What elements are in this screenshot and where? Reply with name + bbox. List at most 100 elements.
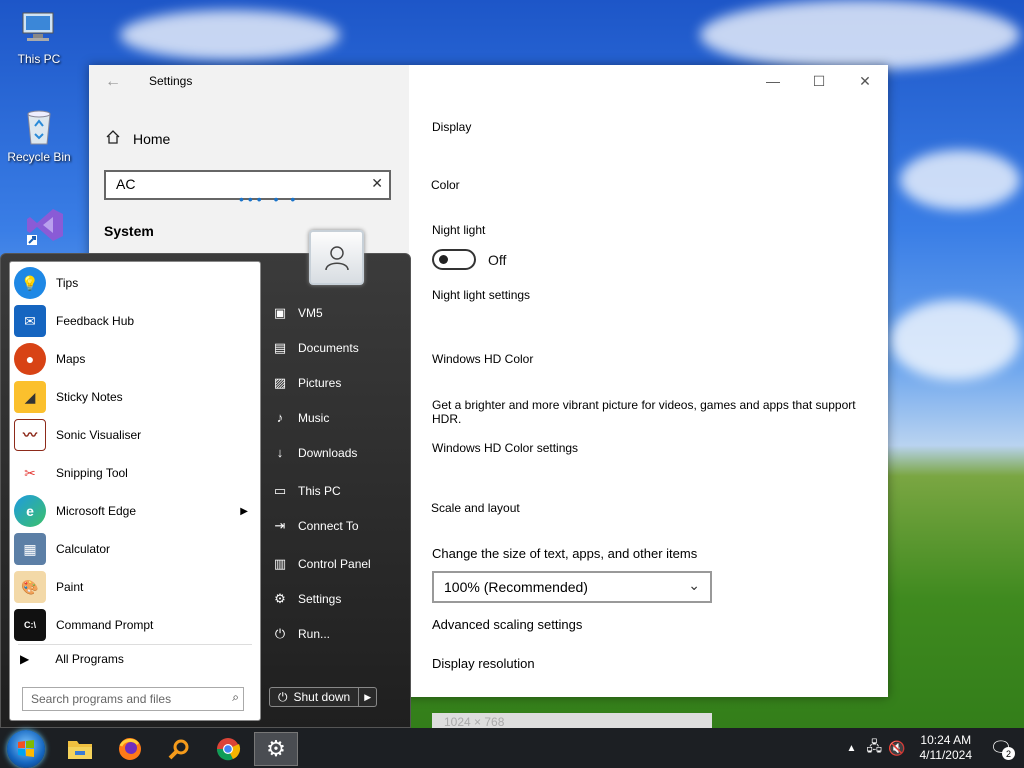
clock-time: 10:24 AM	[920, 733, 972, 747]
volume-muted-icon[interactable]: 🔇	[888, 740, 905, 757]
place-settings[interactable]: ⚙ Settings	[266, 584, 406, 614]
nav-home[interactable]: Home	[105, 129, 170, 148]
night-light-toggle[interactable]	[432, 249, 476, 270]
magnifier-icon	[168, 739, 189, 760]
hdr-heading: Windows HD Color	[432, 352, 534, 366]
back-arrow-icon[interactable]: ←	[105, 73, 121, 91]
program-snipping-tool[interactable]: ✂ Snipping Tool	[10, 454, 260, 492]
place-label: Control Panel	[298, 557, 371, 571]
all-programs-button[interactable]: ▶ All Programs	[20, 652, 124, 666]
place-label: This PC	[298, 484, 341, 498]
place-label: VM5	[298, 306, 323, 320]
window-title: Settings	[149, 74, 193, 88]
maximize-button[interactable]: ☐	[796, 65, 842, 97]
chrome-icon	[216, 738, 241, 761]
place-connect-to[interactable]: ⇥ Connect To	[266, 511, 406, 541]
gear-icon: ⚙	[266, 736, 286, 761]
minimize-button[interactable]: —	[750, 65, 796, 97]
downloads-icon: ↓	[276, 445, 284, 460]
user-avatar[interactable]	[309, 230, 364, 285]
program-label: Paint	[56, 580, 84, 594]
program-maps[interactable]: ● Maps	[10, 340, 260, 378]
place-label: Run...	[298, 627, 331, 641]
paint-icon: 🎨	[14, 571, 46, 603]
shutdown-button[interactable]: ⏻ Shut down	[269, 687, 360, 707]
taskbar-file-explorer[interactable]	[58, 732, 102, 766]
taskbar-search-app[interactable]	[157, 732, 201, 766]
taskbar-settings[interactable]: ⚙	[254, 732, 298, 766]
program-command-prompt[interactable]: C:\ Command Prompt	[10, 606, 260, 644]
user-folder-icon: ▣	[273, 305, 287, 320]
recycle-bin-icon	[19, 106, 59, 146]
program-paint[interactable]: 🎨 Paint	[10, 568, 260, 606]
night-light-settings-link[interactable]: Night light settings	[432, 288, 530, 302]
advanced-scaling-link[interactable]: Advanced scaling settings	[432, 617, 582, 632]
clock[interactable]: 10:24 AM 4/11/2024	[920, 733, 973, 763]
program-label: Maps	[56, 352, 86, 366]
resolution-label: Display resolution	[432, 656, 535, 671]
gear-icon: ⚙	[274, 591, 286, 606]
action-center-button[interactable]: 🗨 2	[978, 728, 1024, 768]
nav-home-label: Home	[133, 130, 171, 147]
network-icon[interactable]: 🖧	[866, 736, 882, 760]
power-icon: ⏻	[278, 689, 288, 704]
place-label: Pictures	[298, 376, 342, 390]
taskbar-firefox[interactable]	[108, 732, 152, 766]
search-value: AC	[116, 176, 136, 192]
start-search-input[interactable]: Search programs and files ⌕	[22, 687, 244, 711]
hdr-settings-link[interactable]: Windows HD Color settings	[432, 441, 578, 455]
show-hidden-icons-icon[interactable]: ▲	[847, 743, 857, 754]
cloud	[900, 150, 1020, 210]
shutdown-options-button[interactable]: ▶	[359, 687, 378, 707]
place-run[interactable]: ⏻ Run...	[266, 619, 406, 649]
close-button[interactable]: ✕	[842, 65, 888, 97]
pictures-icon: ▨	[273, 375, 287, 390]
place-vm5[interactable]: ▣ VM5	[266, 298, 406, 328]
place-documents[interactable]: ▤ Documents	[266, 333, 406, 363]
cloud	[700, 0, 1020, 70]
place-this-pc[interactable]: ▭ This PC	[266, 476, 406, 506]
start-button[interactable]	[7, 730, 45, 768]
desktop-icon-visual-studio[interactable]	[10, 205, 80, 249]
program-label: Feedback Hub	[56, 314, 135, 328]
program-tips[interactable]: 💡 Tips	[10, 264, 260, 302]
chevron-down-icon: ⌄	[688, 577, 700, 593]
cloud	[120, 10, 340, 60]
night-light-row: Off	[432, 249, 506, 270]
window-controls: — ☐ ✕	[750, 65, 888, 97]
all-programs-label: All Programs	[55, 652, 124, 666]
scale-dropdown[interactable]: 100% (Recommended) ⌄	[432, 571, 712, 603]
clear-search-icon[interactable]: ✕	[371, 175, 383, 192]
program-label: Sonic Visualiser	[56, 428, 142, 442]
sticky-notes-icon: ◢	[14, 381, 46, 413]
scale-heading: Scale and layout	[431, 501, 520, 515]
program-microsoft-edge[interactable]: e Microsoft Edge ▶	[10, 492, 260, 530]
hdr-description: Get a brighter and more vibrant picture …	[432, 398, 856, 426]
place-downloads[interactable]: ↓ Downloads	[266, 438, 406, 468]
desktop-icon-label: Recycle Bin	[7, 150, 71, 164]
place-label: Connect To	[298, 519, 359, 533]
night-light-state: Off	[488, 251, 507, 268]
program-sonic-visualiser[interactable]: 〰 Sonic Visualiser	[10, 416, 260, 454]
place-label: Documents	[298, 341, 359, 355]
search-icon: ⌕	[232, 690, 239, 704]
place-control-panel[interactable]: ▥ Control Panel	[266, 549, 406, 579]
arrow-right-icon: ▶	[20, 652, 30, 666]
music-icon: ♪	[276, 410, 284, 425]
place-pictures[interactable]: ▨ Pictures	[266, 368, 406, 398]
taskbar-chrome[interactable]	[206, 732, 250, 766]
scale-label: Change the size of text, apps, and other…	[432, 546, 698, 561]
connect-icon: ⇥	[274, 518, 286, 533]
program-calculator[interactable]: ▦ Calculator	[10, 530, 260, 568]
place-label: Downloads	[298, 446, 358, 460]
desktop-icon-this-pc[interactable]: This PC	[4, 8, 74, 66]
maps-icon: ●	[14, 343, 46, 375]
place-music[interactable]: ♪ Music	[266, 403, 406, 433]
program-feedback-hub[interactable]: ✉ Feedback Hub	[10, 302, 260, 340]
command-prompt-icon: C:\	[14, 609, 46, 641]
desktop-icon-recycle-bin[interactable]: Recycle Bin	[4, 106, 74, 164]
place-label: Music	[298, 411, 330, 425]
program-sticky-notes[interactable]: ◢ Sticky Notes	[10, 378, 260, 416]
program-list-pane: 💡 Tips ✉ Feedback Hub ● Maps ◢ Sticky No…	[9, 261, 261, 721]
resolution-dropdown[interactable]: 1024 × 768	[432, 713, 712, 729]
